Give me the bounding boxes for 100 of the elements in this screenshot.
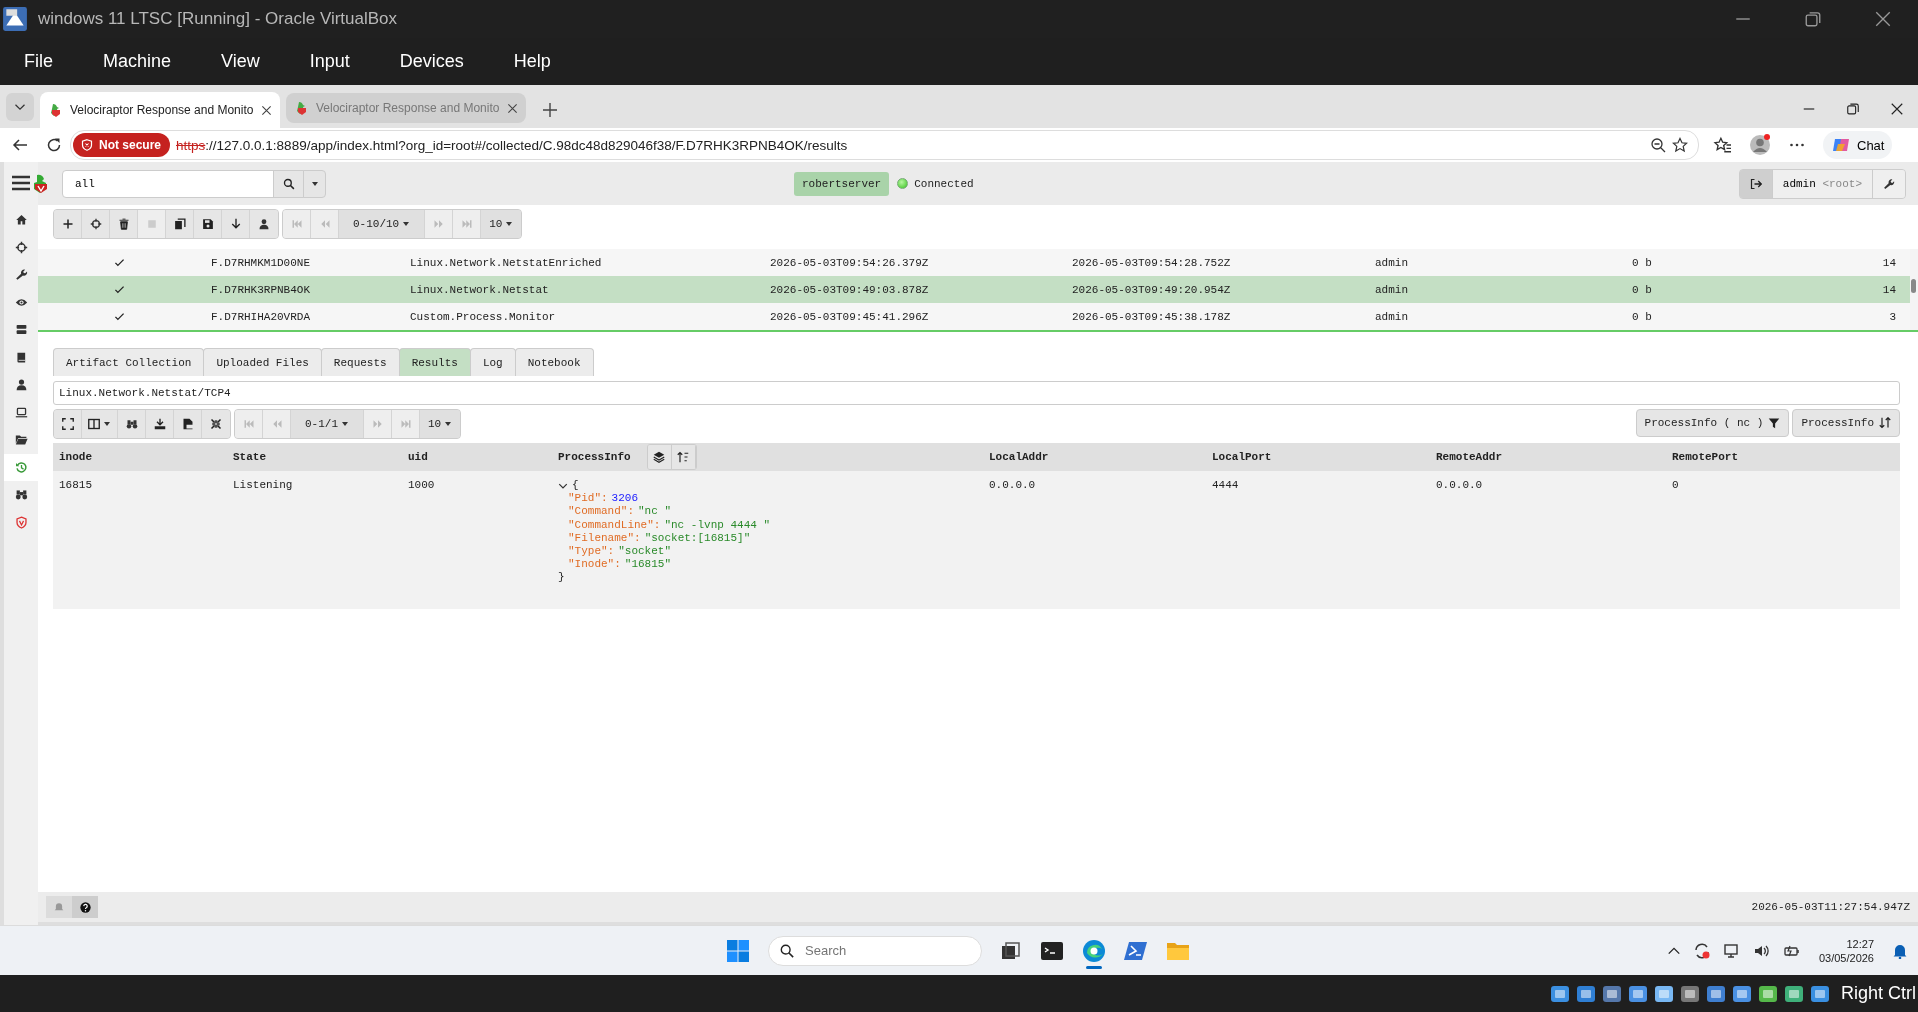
task-view-icon[interactable] [1000, 939, 1022, 962]
json-key: "Pid": [558, 492, 608, 506]
binoculars-icon [14, 488, 28, 502]
column-header[interactable]: LocalAddr [983, 451, 1206, 463]
refresh-icon[interactable] [46, 137, 62, 153]
detail-tab[interactable]: Artifact Collection [53, 348, 205, 376]
column-header[interactable]: ProcessInfo [558, 451, 631, 463]
detail-tab[interactable]: Uploaded Files [203, 348, 322, 376]
binoculars-icon [125, 418, 138, 430]
caret-icon [402, 220, 411, 228]
rows-cell: 3 [1889, 310, 1896, 323]
column-header[interactable]: RemotePort [1666, 451, 1900, 463]
json-brace: { [572, 479, 579, 493]
scrollbar[interactable] [1910, 249, 1918, 330]
url-text[interactable]: https://127.0.0.1:8889/app/index.html?org_id=root#/collected/C.98dc48d829046f38/F.D7RHK3RPNB4OK/results [176, 137, 1644, 153]
column-header[interactable]: LocalPort [1206, 451, 1430, 463]
star-icon[interactable] [1672, 137, 1688, 153]
logout-button[interactable] [1739, 169, 1772, 198]
detail-tab[interactable]: Results [398, 348, 471, 376]
search-icon [780, 943, 794, 958]
fullscreen-button[interactable] [54, 410, 82, 438]
shield-icon [81, 139, 93, 151]
created-cell-text: 2026-05-03T09:54:26.379Z [770, 256, 930, 269]
clock[interactable]: 12:27 03/05/2026 [1818, 936, 1874, 965]
notification-bell-icon[interactable] [1892, 942, 1908, 959]
menu-item[interactable]: File [10, 45, 67, 78]
flow-id-cell[interactable]: F.D7RHMKM1D00NE [211, 256, 410, 269]
json-value: "nc -lvnp 4444 " [664, 518, 771, 532]
page-range-dropdown[interactable]: 0-1/1 [291, 410, 364, 438]
last-active-cell-text: 2026-05-03T09:45:38.178Z [1072, 310, 1232, 323]
profile-icon[interactable] [1749, 134, 1771, 156]
server-icon [14, 323, 28, 337]
host-key-label: Right Ctrl [1841, 983, 1916, 1004]
address-bar[interactable]: Not secure https://127.0.0.1:8889/app/index.html?org_id=root#/collected/C.98dc48d829046f38/F.D7RHK3RPNB4OK/results [70, 130, 1699, 160]
column-header[interactable]: inode [53, 451, 227, 463]
browser-app-icon[interactable] [1082, 938, 1106, 963]
flow-id-cell[interactable]: F.D7RHIHA20VRDA [211, 310, 410, 323]
zoom-out-icon[interactable] [1650, 137, 1666, 153]
sort-button[interactable] [671, 445, 696, 469]
menu-item[interactable]: Devices [385, 45, 478, 78]
chat-button[interactable]: Chat [1823, 131, 1893, 159]
new-tab-icon[interactable] [542, 102, 558, 118]
home-icon [14, 213, 28, 227]
help-button[interactable] [72, 896, 98, 918]
network-icon[interactable] [1722, 941, 1741, 960]
taskbar-search-field[interactable]: Search [768, 935, 982, 966]
menu-icon[interactable] [11, 174, 31, 192]
trash-icon [117, 218, 130, 230]
menu-item[interactable]: Machine [89, 45, 186, 78]
column-header[interactable]: RemoteAddr [1430, 451, 1666, 463]
artifact-path-field: Linux.Network.Netstat/TCP4 [53, 381, 1900, 405]
menu-item[interactable]: Help [499, 45, 565, 78]
table-cell-text: 0 [1671, 479, 1680, 493]
page-size-dropdown[interactable]: 10 [420, 410, 461, 438]
not-secure-badge[interactable]: Not secure [73, 133, 171, 157]
column-action-button[interactable]: ProcessInfo [1792, 409, 1900, 437]
back-icon[interactable] [12, 137, 28, 153]
laptop-icon [14, 405, 28, 419]
settings-button[interactable] [1873, 169, 1905, 198]
detail-tab[interactable]: Log [469, 348, 516, 376]
add-icon [61, 218, 74, 230]
detail-tab[interactable]: Notebook [514, 348, 594, 376]
sync-icon[interactable] [1692, 941, 1711, 960]
table-cell-text: 0.0.0.0 [1435, 479, 1484, 493]
user-button[interactable]: admin <root> [1771, 169, 1873, 198]
layers-button[interactable] [647, 445, 672, 469]
menu-item[interactable]: View [207, 45, 274, 78]
user-icon [258, 218, 270, 230]
column-header[interactable]: State [227, 451, 402, 463]
detail-tab[interactable]: Requests [320, 348, 400, 376]
page-size-dropdown[interactable]: 10 [481, 210, 522, 238]
page-range-dropdown[interactable]: 0-10/10 [339, 210, 426, 238]
close-icon[interactable] [1890, 102, 1904, 116]
menu-item[interactable]: Input [295, 45, 364, 78]
browser-tab[interactable]: Velociraptor Response and Monito [40, 92, 280, 128]
restore-icon[interactable] [1804, 10, 1822, 28]
client-query-field[interactable]: all [62, 169, 274, 198]
creator-cell-text: admin [1375, 256, 1409, 269]
table-cell-text: Listening [232, 479, 294, 493]
add-button[interactable] [54, 210, 82, 238]
restore-icon[interactable] [1846, 102, 1860, 116]
uploaded-cell-text: 0 b [1632, 283, 1653, 296]
json-value: "socket:[16815]" [644, 531, 751, 545]
stop-icon [145, 218, 158, 230]
flow-id-cell[interactable]: F.D7RHK3RPNB4OK [211, 283, 410, 296]
close-icon[interactable] [261, 104, 272, 116]
column-action-button[interactable]: ProcessInfo ( nc ) [1635, 409, 1790, 437]
creator-cell-text: admin [1375, 310, 1409, 323]
tab-list-button[interactable] [6, 93, 34, 121]
book-icon [14, 350, 28, 364]
favorites-icon[interactable] [1713, 136, 1731, 154]
column-header[interactable]: uid [402, 451, 552, 463]
terminal-icon[interactable] [1040, 939, 1064, 962]
close-icon[interactable] [1874, 10, 1892, 28]
crosshair-icon [89, 218, 102, 230]
start-icon[interactable] [726, 938, 750, 963]
logout-icon [1749, 177, 1762, 190]
filter-icon [1768, 417, 1781, 429]
close-icon[interactable] [507, 102, 518, 114]
last-active-cell-text: 2026-05-03T09:54:28.752Z [1072, 256, 1232, 269]
